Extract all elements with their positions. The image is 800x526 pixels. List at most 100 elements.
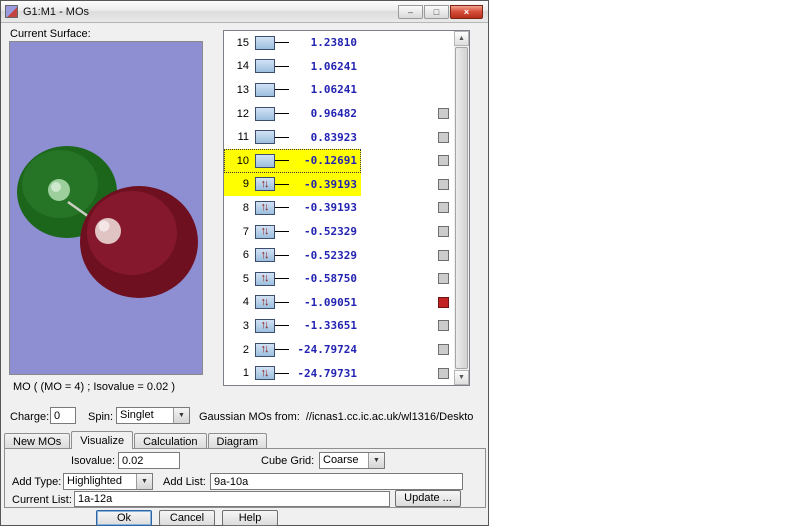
mo-visibility-checkbox[interactable] [438,108,449,120]
current-surface-label: Current Surface: [10,28,91,40]
mo-visibility-checkbox[interactable] [438,131,449,143]
orbital-occupancy-icon[interactable]: ↑ ↓ [255,295,275,310]
orbital-occupancy-icon[interactable]: ↑ ↓ [255,366,275,381]
mo-row-main[interactable]: 12 0.96482 [224,102,361,126]
mo-row-main[interactable]: 11 0.83923 [224,125,361,149]
orbital-occupancy-icon[interactable]: ↑ ↓ [255,177,275,192]
add-type-select[interactable]: Highlighted ▼ [63,473,153,490]
ok-button[interactable]: Ok [96,510,152,526]
cancel-button[interactable]: Cancel [159,510,215,526]
maximize-button[interactable]: □ [424,4,449,19]
isovalue-label: Isovalue: [70,455,115,467]
orbital-occupancy-icon[interactable] [255,35,275,50]
orbital-occupancy-icon[interactable] [255,59,275,74]
minimize-button[interactable]: – [398,4,423,19]
mo-row[interactable]: 8 ↑ ↓ -0.39193 [224,196,454,220]
orbital-occupancy-icon[interactable]: ↑ ↓ [255,248,275,263]
close-button[interactable]: × [450,4,483,19]
mo-visibility-checkbox[interactable] [438,155,449,167]
spin-select[interactable]: Singlet ▼ [116,407,190,424]
mo-energy-value: 1.06241 [310,83,357,97]
orbital-occupancy-icon[interactable] [255,130,275,145]
current-list-input[interactable] [74,491,390,507]
mo-visibility-checkbox[interactable] [438,273,449,285]
mo-row-main[interactable]: 5 ↑ ↓ -0.58750 [224,267,361,291]
scroll-up-icon[interactable]: ▲ [454,31,469,46]
mo-visibility-checkbox[interactable] [438,226,449,238]
tab-diagram[interactable]: Diagram [207,433,268,449]
mo-list-scrollbar[interactable]: ▲ ▼ [454,31,469,385]
isovalue-input[interactable] [118,452,180,469]
mo-visibility-checkbox[interactable] [438,320,449,332]
mo-visibility-checkbox[interactable] [438,344,449,356]
mo-row-main[interactable]: 2 ↑ ↓ -24.79724 [224,338,361,362]
titlebar[interactable]: G1:M1 - MOs – □ × [1,1,488,23]
mo-visibility-checkbox[interactable] [438,296,449,308]
orbital-occupancy-icon[interactable] [255,153,275,168]
mo-visibility-checkbox[interactable] [438,367,449,379]
mo-row-main[interactable]: 3 ↑ ↓ -1.33651 [224,314,361,338]
add-list-input[interactable] [210,473,463,490]
mo-row[interactable]: 14 1.06241 [224,55,454,79]
mo-row-main[interactable]: 6 ↑ ↓ -0.52329 [224,243,361,267]
orbital-occupancy-icon[interactable]: ↑ ↓ [255,342,275,357]
window-title: G1:M1 - MOs [23,5,90,18]
chevron-down-icon[interactable]: ▼ [368,453,384,468]
mo-visibility-checkbox[interactable] [438,202,449,214]
mo-row[interactable]: 7 ↑ ↓ -0.52329 [224,220,454,244]
mo-number-label: 10 [236,154,249,167]
mo-visibility-checkbox[interactable] [438,178,449,190]
mo-row[interactable]: 1 ↑ ↓ -24.79731 [224,361,454,385]
mo-row[interactable]: 3 ↑ ↓ -1.33651 [224,314,454,338]
orbital-occupancy-icon[interactable]: ↑ ↓ [255,318,275,333]
orbital-occupancy-icon[interactable]: ↑ ↓ [255,271,275,286]
charge-input[interactable] [50,407,76,424]
mo-row-main[interactable]: 9 ↑ ↓ -0.39193 [224,172,361,197]
mo-rows: 15 1.23810 14 1.06241 13 1.06241 12 0.96482 11 0.… [224,31,454,385]
mo-row-main[interactable]: 1 ↑ ↓ -24.79731 [224,361,361,385]
mo-row[interactable]: 13 1.06241 [224,78,454,102]
orbital-occupancy-icon[interactable] [255,106,275,121]
mo-row-main[interactable]: 15 1.23810 [224,31,361,55]
orbital-occupancy-icon[interactable] [255,82,275,97]
mo-number-label: 3 [242,319,249,332]
help-button[interactable]: Help [222,510,278,526]
mo-row[interactable]: 5 ↑ ↓ -0.58750 [224,267,454,291]
mo-row[interactable]: 9 ↑ ↓ -0.39193 [224,172,454,197]
mo-energy-value: -0.39193 [304,177,357,191]
tab-visualize[interactable]: Visualize [71,431,134,449]
mo-source-label: Gaussian MOs from: [199,411,300,423]
mo-row-main[interactable]: 10 -0.12691 [224,148,361,173]
mo-row[interactable]: 4 ↑ ↓ -1.09051 [224,291,454,315]
mo-row-main[interactable]: 7 ↑ ↓ -0.52329 [224,220,361,244]
mo-row[interactable]: 15 1.23810 [224,31,454,55]
chevron-down-icon[interactable]: ▼ [173,408,189,423]
mo-row-main[interactable]: 14 1.06241 [224,55,361,79]
update-button[interactable]: Update ... [395,490,461,507]
mo-row[interactable]: 2 ↑ ↓ -24.79724 [224,338,454,362]
mos-dialog: G1:M1 - MOs – □ × Current Surface: MO (… [0,0,489,526]
mo-row[interactable]: 11 0.83923 [224,125,454,149]
cube-grid-select[interactable]: Coarse ▼ [319,452,385,469]
mo-energy-value: 0.83923 [310,130,357,144]
mo-row[interactable]: 10 -0.12691 [224,148,454,173]
orbital-occupancy-icon[interactable]: ↑ ↓ [255,200,275,215]
chevron-down-icon[interactable]: ▼ [136,474,152,489]
scroll-down-icon[interactable]: ▼ [454,370,469,385]
energy-level-line [275,207,289,209]
mo-row[interactable]: 12 0.96482 [224,102,454,126]
mo-row[interactable]: 6 ↑ ↓ -0.52329 [224,243,454,267]
scroll-thumb[interactable] [455,47,468,369]
tab-calculation[interactable]: Calculation [134,433,207,449]
mo-row-main[interactable]: 4 ↑ ↓ -1.09051 [224,291,361,315]
mo-energy-value: -0.52329 [304,225,357,239]
mo-visibility-checkbox[interactable] [438,249,449,261]
surface-caption: MO ( (MO = 4) ; Isovalue = 0.02 ) [13,381,175,393]
orbital-occupancy-icon[interactable]: ↑ ↓ [255,224,275,239]
mo-3d-viewport[interactable] [9,41,203,375]
mo-row-main[interactable]: 8 ↑ ↓ -0.39193 [224,196,361,220]
mo-energy-value: -0.58750 [304,272,357,286]
mo-row-main[interactable]: 13 1.06241 [224,78,361,102]
tab-new-mos[interactable]: New MOs [4,433,71,449]
spin-down-arrow-icon: ↓ [264,295,270,308]
